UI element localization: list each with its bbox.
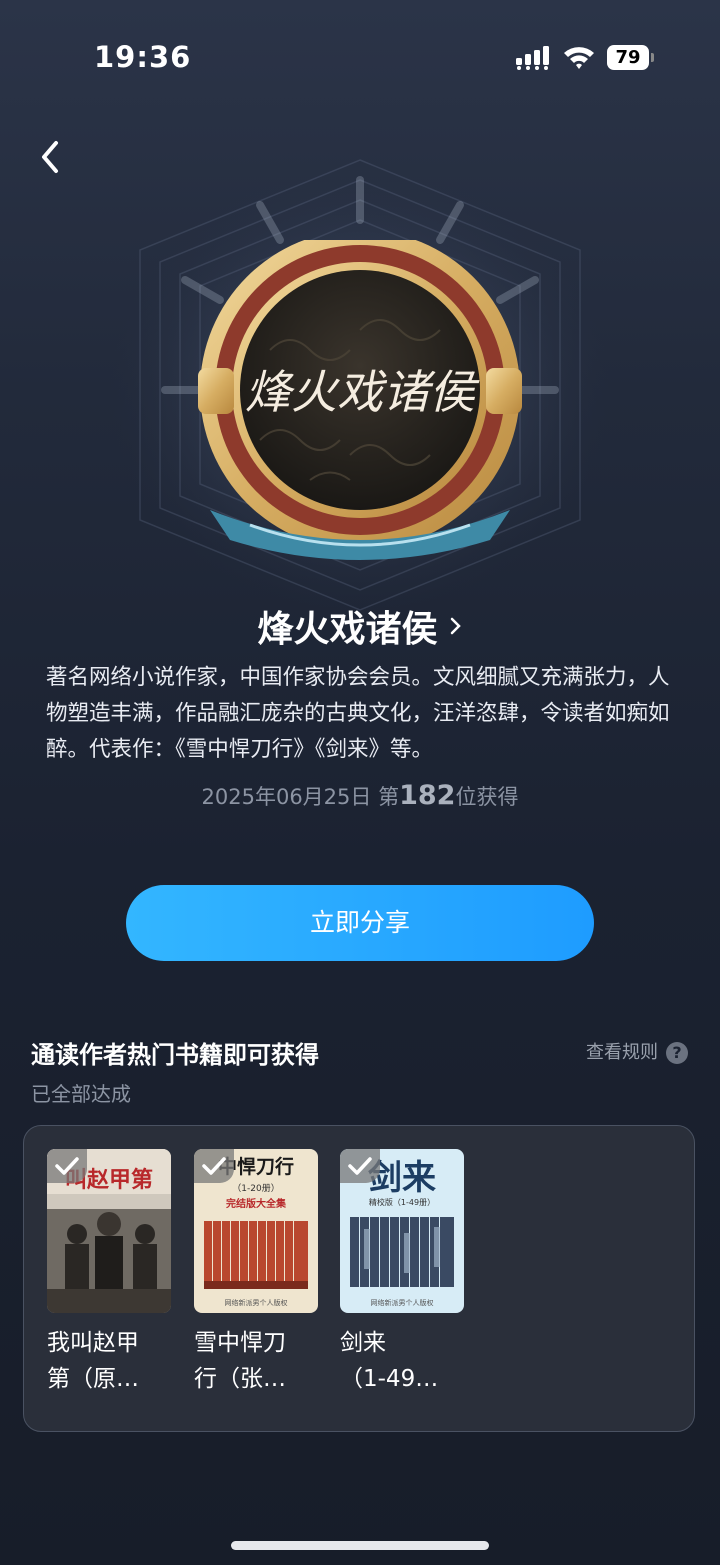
svg-text:（1-20册）: （1-20册） bbox=[232, 1183, 279, 1194]
question-mark-icon: ? bbox=[666, 1042, 688, 1064]
task-status: 已全部达成 bbox=[31, 1082, 131, 1106]
svg-text:网络新派男个人版权: 网络新派男个人版权 bbox=[225, 1298, 288, 1307]
rank-number: 182 bbox=[399, 780, 456, 811]
obtained-info: 2025年06月25日 第182位获得 bbox=[0, 780, 720, 811]
badge-title-row[interactable]: 烽火戏诸侯 bbox=[0, 600, 720, 652]
book-item[interactable]: 中悍刀行 （1-20册） 完结版大全集 网络新派男个人版权 雪中悍刀 行（张… bbox=[194, 1149, 318, 1397]
svg-text:网络新派男个人版权: 网络新派男个人版权 bbox=[371, 1298, 434, 1307]
task-title: 通读作者热门书籍即可获得 bbox=[31, 1041, 319, 1069]
view-rules-link[interactable]: 查看规则? bbox=[586, 1038, 688, 1064]
obtained-date: 2025年06月25日 bbox=[201, 785, 372, 809]
chevron-right-icon bbox=[450, 617, 461, 635]
badge-emblem-text: 烽火戏诸侯 bbox=[245, 365, 480, 419]
checkmark-icon bbox=[194, 1149, 234, 1183]
back-arrow-icon[interactable] bbox=[34, 135, 70, 179]
book-title: 雪中悍刀 行（张… bbox=[194, 1330, 286, 1392]
cellular-signal-icon bbox=[516, 46, 549, 70]
books-card: 叫赵甲第 我叫赵甲 第（原… 中悍刀行 （1-20册） 完结版大全集 网络新派男… bbox=[23, 1125, 695, 1432]
book-title: 我叫赵甲 第（原… bbox=[47, 1330, 139, 1392]
badge-title: 烽火戏诸侯 bbox=[257, 609, 438, 650]
checkmark-icon bbox=[47, 1149, 87, 1183]
rank-prefix: 第 bbox=[378, 785, 400, 809]
svg-text:完结版大全集: 完结版大全集 bbox=[226, 1197, 287, 1210]
badge-description: 著名网络小说作家，中国作家协会会员。文风细腻又充满张力，人物塑造丰满，作品融汇庞… bbox=[46, 665, 670, 762]
status-bar: 19:36 79 bbox=[0, 0, 720, 110]
home-indicator[interactable] bbox=[231, 1541, 489, 1550]
book-item[interactable]: 剑来 精校版（1-49册） 网络新派男个人版权 剑来 （1-49… bbox=[340, 1149, 464, 1397]
rank-suffix: 位获得 bbox=[455, 785, 519, 809]
status-time: 19:36 bbox=[94, 40, 192, 74]
svg-text:精校版（1-49册）: 精校版（1-49册） bbox=[369, 1197, 435, 1207]
book-cover: 叫赵甲第 bbox=[47, 1149, 171, 1313]
view-rules-label: 查看规则 bbox=[586, 1042, 658, 1063]
wifi-icon bbox=[564, 47, 594, 69]
checkmark-icon bbox=[340, 1149, 380, 1183]
book-cover: 中悍刀行 （1-20册） 完结版大全集 网络新派男个人版权 bbox=[194, 1149, 318, 1313]
book-title: 剑来 （1-49… bbox=[340, 1330, 439, 1392]
book-item[interactable]: 叫赵甲第 我叫赵甲 第（原… bbox=[47, 1149, 171, 1397]
book-cover: 剑来 精校版（1-49册） 网络新派男个人版权 bbox=[340, 1149, 464, 1313]
battery-icon: 79 bbox=[607, 45, 655, 70]
author-badge-emblem: 烽火戏诸侯 bbox=[198, 240, 522, 560]
battery-level: 79 bbox=[607, 45, 649, 70]
share-button[interactable]: 立即分享 bbox=[126, 885, 594, 961]
